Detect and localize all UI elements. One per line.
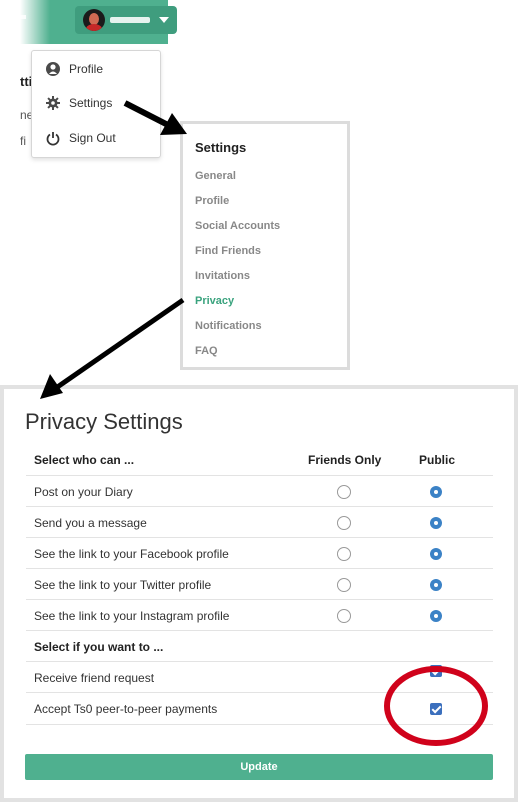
table-row: See the link to your Facebook profile (26, 537, 493, 569)
settings-link-notifications[interactable]: Notifications (195, 320, 262, 332)
settings-link-profile[interactable]: Profile (195, 195, 229, 207)
table-row: Send you a message (26, 506, 493, 538)
settings-link-privacy[interactable]: Privacy (195, 295, 234, 307)
dropdown-item-sign-out[interactable]: Sign Out (46, 128, 116, 148)
settings-link-invitations[interactable]: Invitations (195, 270, 250, 282)
radio-selected[interactable] (430, 516, 442, 529)
checkbox-checked[interactable] (430, 702, 442, 715)
public-radio[interactable] (430, 538, 442, 569)
public-radio[interactable] (430, 476, 442, 507)
row-label: See the link to your Instagram profile (34, 608, 230, 623)
table-row: See the link to your Twitter profile (26, 568, 493, 600)
power-icon (46, 131, 60, 145)
public-radio[interactable] (430, 507, 442, 538)
row-label: Send you a message (34, 515, 147, 530)
column-header-public: Public (419, 452, 456, 467)
radio-selected[interactable] (430, 485, 442, 498)
dropdown-item-label: Profile (69, 62, 104, 76)
user-icon (46, 62, 60, 76)
receive-friend-request-checkbox[interactable] (430, 662, 442, 693)
update-button[interactable]: Update (25, 754, 493, 780)
dropdown-item-label: Sign Out (69, 131, 116, 145)
settings-menu: Settings General Profile Social Accounts… (180, 121, 350, 370)
user-menu-button[interactable] (75, 6, 177, 34)
column-header-friends-only: Friends Only (308, 452, 382, 467)
gear-icon (46, 96, 60, 110)
page-title: Privacy Settings (25, 409, 183, 434)
friends-only-radio[interactable] (337, 476, 351, 507)
row-label: Accept Ts0 peer-to-peer payments (34, 701, 218, 716)
settings-link-social-accounts[interactable]: Social Accounts (195, 220, 280, 232)
accept-payments-checkbox[interactable] (430, 693, 442, 724)
section-header-row: Select if you want to ... (26, 630, 493, 662)
dropdown-item-label: Settings (69, 96, 113, 110)
public-radio[interactable] (430, 569, 442, 600)
settings-link-general[interactable]: General (195, 170, 236, 182)
row-label: Post on your Diary (34, 484, 133, 499)
friends-only-radio[interactable] (337, 569, 351, 600)
privacy-table-header: Select who can ... Friends Only Public (26, 444, 493, 475)
radio-selected[interactable] (430, 547, 442, 560)
radio-unselected[interactable] (337, 608, 351, 623)
row-label: See the link to your Facebook profile (34, 546, 229, 561)
avatar (83, 9, 105, 31)
column-header-select-who: Select who can ... (34, 452, 135, 467)
friends-only-radio[interactable] (337, 538, 351, 569)
radio-unselected[interactable] (337, 515, 351, 530)
table-row: See the link to your Instagram profile (26, 599, 493, 631)
app-header (20, 0, 177, 44)
table-row: Accept Ts0 peer-to-peer payments (26, 692, 493, 725)
username-redacted (110, 17, 150, 23)
background-text-fragment: fi (20, 134, 26, 148)
settings-link-faq[interactable]: FAQ (195, 345, 218, 357)
radio-selected[interactable] (430, 609, 442, 622)
checkbox-checked[interactable] (430, 664, 442, 677)
section-header-select-if: Select if you want to ... (34, 639, 164, 654)
header-dash (20, 15, 26, 19)
table-row: Receive friend request (26, 661, 493, 693)
radio-unselected[interactable] (337, 484, 351, 499)
header-fade (20, 0, 50, 44)
friends-only-radio[interactable] (337, 507, 351, 538)
chevron-down-icon (159, 17, 169, 23)
friends-only-radio[interactable] (337, 600, 351, 631)
table-row: Post on your Diary (26, 475, 493, 507)
avatar-shirt (86, 24, 102, 31)
row-label: Receive friend request (34, 670, 155, 685)
radio-unselected[interactable] (337, 577, 351, 592)
row-label: See the link to your Twitter profile (34, 577, 212, 592)
radio-selected[interactable] (430, 578, 442, 591)
settings-menu-title: Settings (195, 140, 247, 155)
public-radio[interactable] (430, 600, 442, 631)
radio-unselected[interactable] (337, 546, 351, 561)
settings-link-find-friends[interactable]: Find Friends (195, 245, 261, 257)
dropdown-item-settings[interactable]: Settings (46, 93, 112, 113)
dropdown-item-profile[interactable]: Profile (46, 59, 103, 79)
user-dropdown-menu: Profile Settings Sign Out (31, 50, 161, 158)
